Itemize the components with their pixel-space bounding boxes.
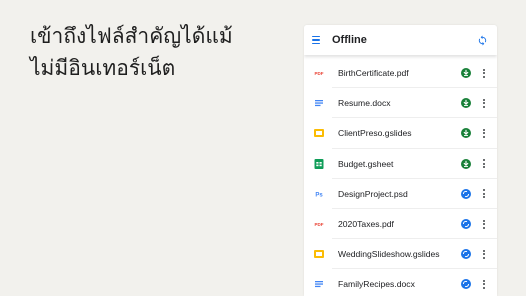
file-row[interactable]: PDF BirthCertificate.pdf — [304, 58, 497, 89]
more-options-icon[interactable] — [477, 157, 491, 171]
syncing-icon — [460, 279, 471, 290]
offline-available-icon — [460, 158, 471, 169]
file-row[interactable]: ClientPreso.gslides — [304, 118, 497, 149]
slides-file-icon — [313, 248, 325, 260]
app-bar: Offline — [304, 25, 497, 55]
file-row[interactable]: PDF 2020Taxes.pdf — [304, 209, 497, 240]
syncing-icon — [460, 188, 471, 199]
psd-type-label: Ps — [315, 192, 323, 198]
slides-file-icon — [313, 127, 325, 139]
syncing-icon — [460, 219, 471, 230]
pdf-type-label: PDF — [315, 71, 324, 76]
pdf-type-label: PDF — [315, 222, 324, 227]
offline-available-icon — [460, 128, 471, 139]
sheets-file-icon — [313, 158, 325, 170]
headline-line-2: ไม่มีอินเทอร์เน็ต — [30, 56, 176, 80]
headline-line-1: เข้าถึงไฟล์สำคัญได้แม้ — [30, 24, 233, 48]
pdf-file-icon: PDF — [313, 218, 325, 230]
more-options-icon[interactable] — [477, 247, 491, 261]
photoshop-file-icon: Ps — [313, 188, 325, 200]
sync-icon[interactable] — [475, 33, 489, 47]
offline-available-icon — [460, 68, 471, 79]
file-row[interactable]: Ps DesignProject.psd — [304, 179, 497, 210]
pdf-file-icon: PDF — [313, 67, 325, 79]
syncing-icon — [460, 249, 471, 260]
more-options-icon[interactable] — [477, 66, 491, 80]
file-row[interactable]: FamilyRecipes.docx — [304, 269, 497, 296]
file-list: PDF BirthCertificate.pdf Resume.docx Client… — [304, 55, 497, 296]
hamburger-menu-icon[interactable] — [312, 34, 324, 46]
more-options-icon[interactable] — [477, 187, 491, 201]
file-row[interactable]: Budget.gsheet — [304, 149, 497, 179]
phone-screen: Offline PDF BirthCertificate.pdf Resume.do… — [304, 25, 497, 296]
more-options-icon[interactable] — [477, 277, 491, 291]
page-title: Offline — [332, 34, 367, 46]
file-name: DesignProject.psd — [338, 188, 408, 199]
more-options-icon[interactable] — [477, 96, 491, 110]
docs-file-icon — [313, 97, 325, 109]
file-name: Resume.docx — [338, 98, 391, 109]
file-name: ClientPreso.gslides — [338, 128, 412, 139]
file-row[interactable]: WeddingSlideshow.gslides — [304, 239, 497, 270]
file-name: BirthCertificate.pdf — [338, 68, 409, 79]
file-name: WeddingSlideshow.gslides — [338, 249, 440, 260]
file-name: FamilyRecipes.docx — [338, 279, 415, 290]
docs-file-icon — [313, 278, 325, 290]
more-options-icon[interactable] — [477, 217, 491, 231]
file-row[interactable]: Resume.docx — [304, 88, 497, 119]
file-name: Budget.gsheet — [338, 158, 394, 169]
offline-available-icon — [460, 98, 471, 109]
more-options-icon[interactable] — [477, 126, 491, 140]
file-name: 2020Taxes.pdf — [338, 219, 394, 230]
promo-headline: เข้าถึงไฟล์สำคัญได้แม้ ไม่มีอินเทอร์เน็ต — [30, 20, 270, 84]
